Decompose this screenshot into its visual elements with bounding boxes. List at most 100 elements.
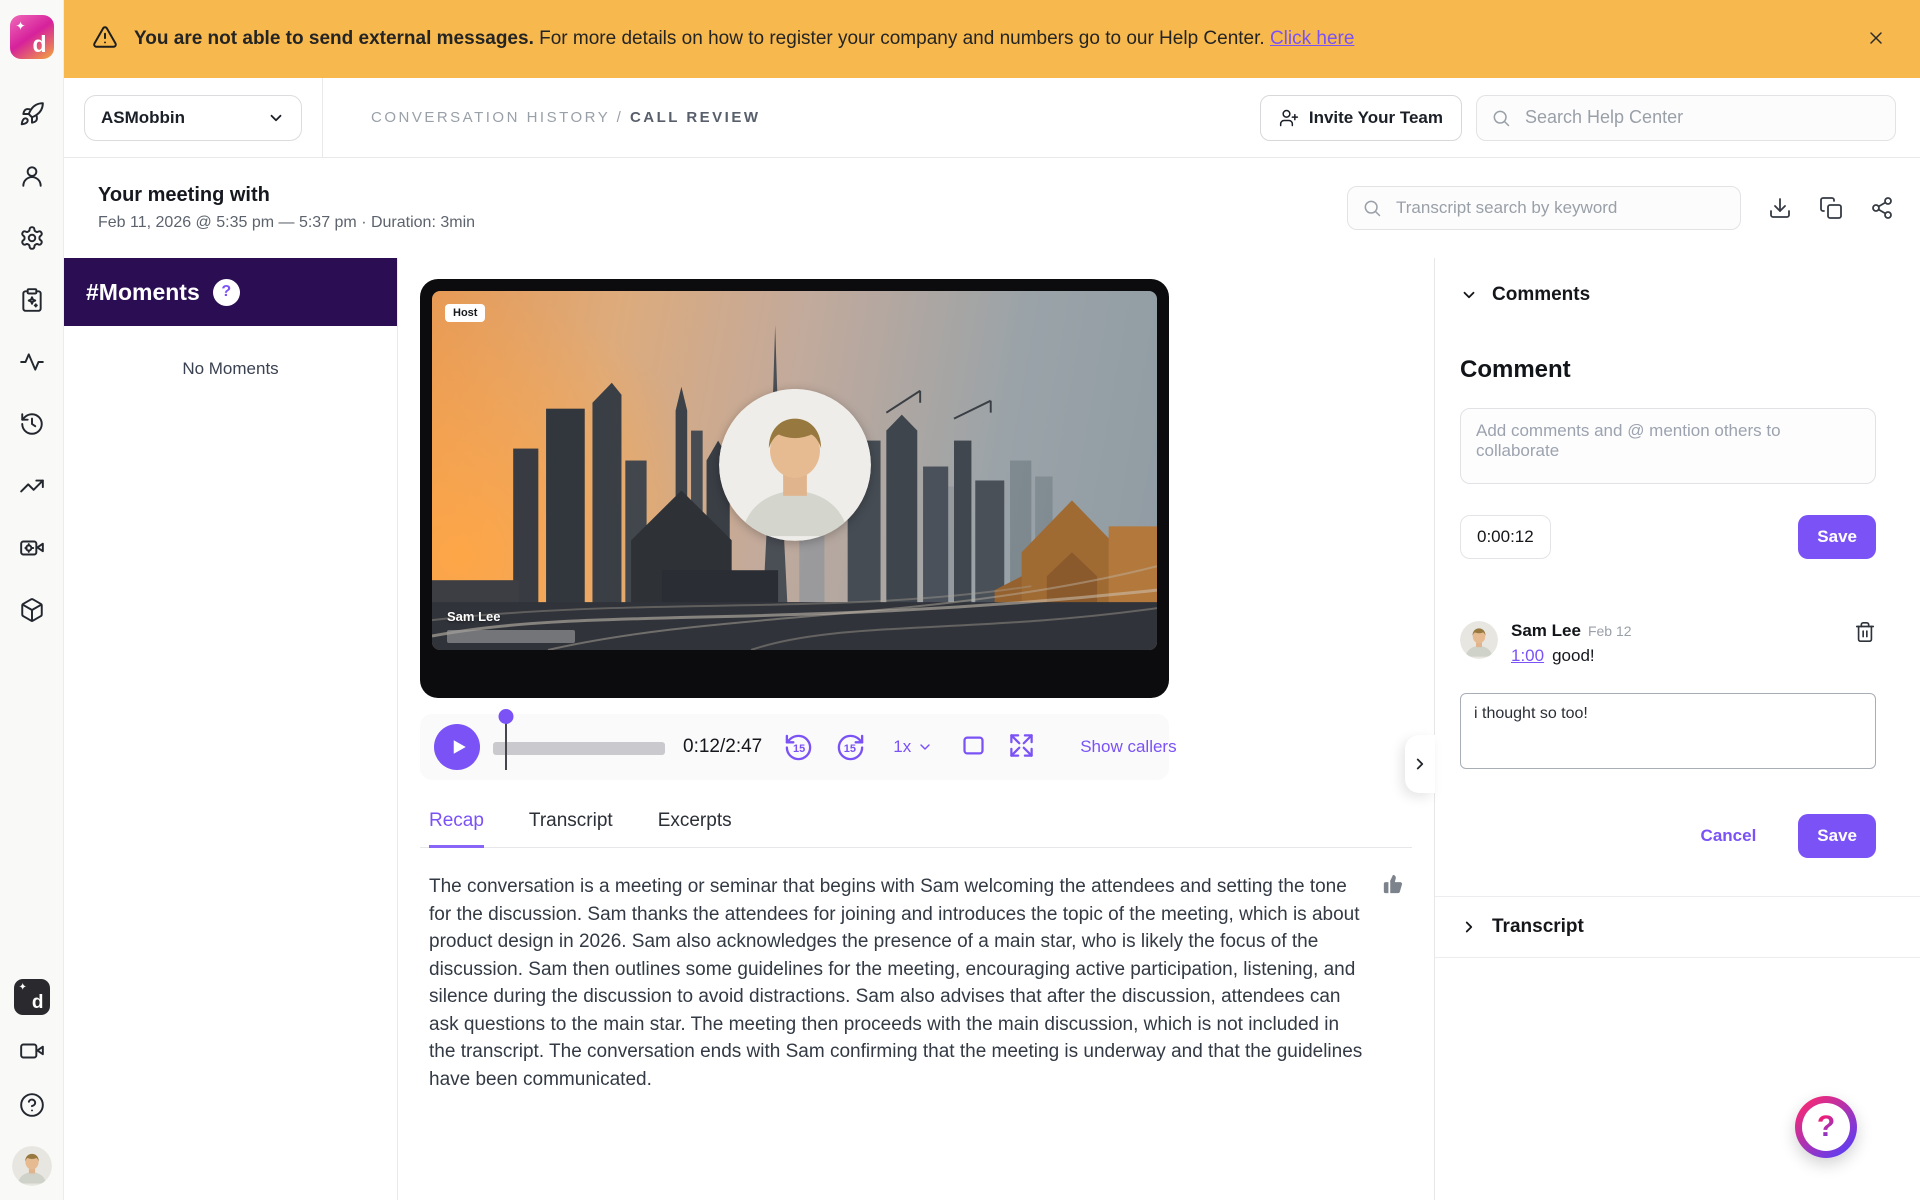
- show-callers-link[interactable]: Show callers: [1074, 736, 1182, 758]
- skip-forward-15-icon[interactable]: 15: [835, 732, 866, 763]
- dubb-logo[interactable]: ✦ d: [9, 15, 54, 59]
- workspace-selector[interactable]: ASMobbin: [84, 94, 302, 141]
- chevron-down-icon: [917, 739, 933, 755]
- transcript-search: [1347, 186, 1741, 230]
- comments-section-header[interactable]: Comments: [1460, 284, 1876, 306]
- comment-input[interactable]: [1460, 408, 1876, 484]
- search-icon: [1362, 198, 1382, 218]
- help-center-search: [1476, 94, 1896, 141]
- warning-triangle-icon: [92, 24, 118, 55]
- tab-excerpts[interactable]: Excerpts: [658, 810, 732, 848]
- history-icon[interactable]: [19, 411, 45, 437]
- transcript-section-header[interactable]: Transcript: [1435, 896, 1920, 958]
- timestamp-chip[interactable]: 0:00:12: [1460, 515, 1551, 559]
- transcript-section-title: Transcript: [1492, 916, 1584, 937]
- pip-icon[interactable]: [960, 732, 987, 763]
- share-icon[interactable]: [1870, 196, 1894, 220]
- video-player[interactable]: Host Sam Lee: [420, 279, 1169, 698]
- reply-cancel-button[interactable]: Cancel: [1695, 825, 1763, 847]
- play-button[interactable]: [434, 724, 480, 770]
- playhead[interactable]: [498, 709, 514, 770]
- banner-click-here-link[interactable]: Click here: [1270, 28, 1354, 49]
- invite-label: Invite Your Team: [1308, 107, 1443, 127]
- help-fab-button[interactable]: ?: [1795, 1096, 1857, 1158]
- no-moments-text: No Moments: [182, 359, 279, 378]
- moments-title: #Moments: [86, 278, 200, 305]
- chevron-right-icon: [1460, 918, 1478, 936]
- playback-speed-selector[interactable]: 1x: [887, 736, 939, 758]
- center-column: Host Sam Lee 0:12/2:47 15 15 1x Show cal…: [398, 258, 1434, 1200]
- dubb-badge-icon[interactable]: ✦ d: [13, 979, 50, 1015]
- trash-icon[interactable]: [1854, 621, 1876, 643]
- warning-banner: You are not able to send external messag…: [64, 0, 1920, 78]
- reply-save-button[interactable]: Save: [1798, 814, 1876, 858]
- clipboard-sparkle-icon[interactable]: [19, 287, 45, 313]
- fullscreen-icon[interactable]: [1008, 732, 1035, 763]
- comments-section-title: Comments: [1492, 284, 1591, 305]
- tab-recap[interactable]: Recap: [429, 810, 484, 848]
- meeting-title: Your meeting with: [98, 184, 270, 206]
- user-avatar[interactable]: [11, 1146, 52, 1186]
- comment-text: good!: [1552, 646, 1595, 665]
- left-rail: ✦ d ✦ d: [0, 0, 64, 1200]
- sparkle-icon: ✦: [18, 982, 27, 993]
- comment-form-meta: 0:00:12 Save: [1460, 515, 1876, 559]
- svg-text:15: 15: [793, 743, 805, 755]
- comment-save-button[interactable]: Save: [1798, 515, 1876, 559]
- reply-input[interactable]: i thought so too!: [1460, 693, 1876, 769]
- time-display: 0:12/2:47: [683, 736, 763, 757]
- video-settings-icon[interactable]: [19, 535, 45, 561]
- caller-name-label: Sam Lee: [447, 609, 501, 624]
- meeting-datetime: Feb 11, 2026 @ 5:35 pm — 5:37 pm · Durat…: [98, 214, 476, 231]
- comment-form-heading: Comment: [1460, 356, 1571, 383]
- header-right: Invite Your Team: [1259, 94, 1896, 141]
- help-circle-icon[interactable]: [19, 1092, 45, 1123]
- breadcrumb-current: CALL REVIEW: [629, 109, 761, 126]
- gear-icon[interactable]: [19, 225, 45, 251]
- panel-collapse-toggle[interactable]: [1405, 735, 1435, 793]
- main-column: You are not able to send external messag…: [64, 0, 1920, 1200]
- meeting-actions: [1347, 186, 1894, 230]
- breadcrumb-parent: CONVERSATION HISTORY: [371, 109, 610, 126]
- comment-timestamp-link[interactable]: 1:00: [1511, 646, 1544, 665]
- thumbs-up-icon[interactable]: [1382, 873, 1404, 904]
- tab-transcript[interactable]: Transcript: [529, 810, 613, 848]
- transcript-search-input[interactable]: [1394, 197, 1726, 219]
- app-root: ✦ d ✦ d You are not able to send externa…: [0, 0, 1920, 1200]
- banner-message-bold: You are not able to send external messag…: [134, 28, 534, 49]
- meeting-info: Your meeting with Feb 11, 2026 @ 5:35 pm…: [98, 184, 475, 232]
- rail-bottom: ✦ d: [11, 979, 52, 1200]
- comment-item: Sam Lee Feb 12 1:00 good!: [1460, 621, 1876, 666]
- video-thumbnail: Host Sam Lee: [432, 291, 1157, 650]
- chevron-down-icon: [1460, 286, 1478, 304]
- skip-back-15-icon[interactable]: 15: [783, 732, 814, 763]
- user-plus-icon: [1279, 108, 1299, 128]
- breadcrumb: CONVERSATION HISTORY / CALL REVIEW: [371, 109, 761, 126]
- caller-audio-bar: [447, 630, 575, 643]
- rocket-icon[interactable]: [19, 101, 45, 127]
- comment-author-avatar: [1460, 621, 1498, 659]
- moments-header: #Moments ?: [64, 258, 397, 326]
- invite-your-team-button[interactable]: Invite Your Team: [1259, 94, 1462, 141]
- moments-help-icon[interactable]: ?: [212, 278, 240, 306]
- cube-icon[interactable]: [19, 597, 45, 623]
- banner-message-body: For more details on how to register your…: [533, 28, 1270, 49]
- logo-letter: d: [32, 31, 47, 57]
- copy-icon[interactable]: [1819, 196, 1843, 220]
- activity-icon[interactable]: [19, 349, 45, 375]
- chevron-down-icon: [267, 109, 285, 127]
- close-icon[interactable]: [1862, 24, 1890, 55]
- seek-bar[interactable]: [493, 709, 665, 770]
- help-center-search-input[interactable]: [1523, 106, 1881, 129]
- comment-date: Feb 12: [1587, 623, 1632, 639]
- download-icon[interactable]: [1768, 196, 1792, 220]
- video-camera-icon[interactable]: [19, 1038, 45, 1069]
- comment-content-row: 1:00 good!: [1511, 646, 1841, 666]
- comment-author-row: Sam Lee Feb 12: [1511, 621, 1841, 641]
- trending-up-icon[interactable]: [19, 473, 45, 499]
- badge-letter: d: [31, 992, 44, 1013]
- breadcrumb-divider: /: [609, 109, 630, 126]
- top-header: ASMobbin CONVERSATION HISTORY / CALL REV…: [64, 78, 1920, 158]
- person-icon[interactable]: [19, 163, 45, 189]
- player-controls: 0:12/2:47 15 15 1x Show callers: [420, 709, 1177, 780]
